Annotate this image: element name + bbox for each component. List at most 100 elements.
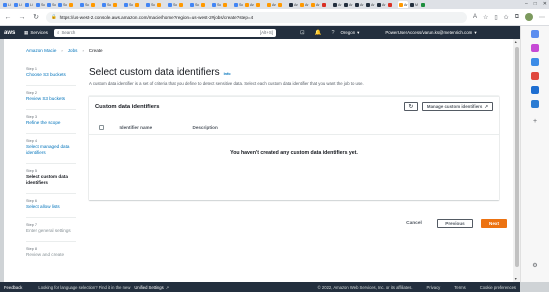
column-description[interactable]: Description (193, 125, 218, 130)
add-icon[interactable]: + (531, 118, 539, 126)
favorites-icon[interactable]: ✩ (504, 14, 509, 21)
browser-tab[interactable]: An (288, 1, 298, 8)
browser-tab[interactable] (178, 1, 188, 8)
services-menu[interactable]: ▦ Services (24, 30, 48, 36)
manage-custom-identifiers-button[interactable]: Manage custom identifiers ↗ (421, 102, 493, 111)
browser-tab[interactable]: Ar (299, 1, 309, 8)
cloudshell-icon[interactable]: ⊡ (300, 30, 305, 36)
previous-button[interactable]: Previous (437, 219, 473, 228)
forward-icon[interactable]: → (18, 14, 26, 21)
shopping-icon[interactable] (531, 44, 539, 52)
office-icon[interactable] (531, 86, 539, 94)
browser-tab[interactable] (420, 1, 430, 8)
region-selector[interactable]: Oregon ▾ (341, 30, 360, 36)
reload-icon[interactable]: ↻ (32, 13, 40, 21)
refresh-button[interactable]: ↻ (403, 102, 418, 111)
step-label[interactable]: Review S3 buckets (26, 96, 86, 102)
settings-gear-icon[interactable]: ⚙ (531, 262, 539, 270)
terms-link[interactable]: Terms (454, 285, 465, 290)
browser-tab[interactable]: Sc (123, 1, 133, 8)
step-label[interactable]: Select managed data identifiers (26, 144, 86, 156)
url-field[interactable]: 🔒 https://us-west-2.console.aws.amazon.c… (46, 11, 467, 23)
browser-tab[interactable]: Li (2, 1, 12, 8)
scroll-up-icon[interactable]: ▲ (514, 40, 517, 44)
close-window-icon[interactable]: ✕ (543, 1, 547, 7)
read-aloud-icon[interactable]: A (473, 14, 477, 20)
browser-tab[interactable] (134, 1, 144, 8)
column-identifier-name[interactable]: Identifier name (120, 125, 193, 130)
browser-tab[interactable] (112, 1, 122, 8)
info-link[interactable]: Info (224, 72, 231, 76)
browser-tab[interactable]: Sc (189, 1, 199, 8)
tab-favicon-icon (366, 2, 370, 7)
browser-tab[interactable] (156, 1, 166, 8)
browser-tab[interactable] (277, 1, 287, 8)
privacy-link[interactable]: Privacy (427, 285, 441, 290)
browser-tab[interactable]: Ar (398, 1, 408, 8)
browser-tab[interactable] (90, 1, 100, 8)
browser-tab[interactable]: Ar (332, 1, 342, 8)
split-screen-icon[interactable]: ▯ (494, 14, 497, 21)
aws-search-input[interactable]: ⌕ Search [Alt+S] (53, 28, 276, 37)
games-icon[interactable] (531, 72, 539, 80)
breadcrumb-jobs[interactable]: Jobs (68, 48, 78, 53)
scroll-down-icon[interactable]: ▼ (514, 277, 517, 281)
step-number: Step 7 (26, 223, 37, 227)
browser-tab[interactable]: An (244, 1, 254, 8)
step-label[interactable]: Choose S3 buckets (26, 72, 86, 78)
outlook-icon[interactable] (531, 100, 539, 108)
browser-tab[interactable]: M (409, 1, 419, 8)
browser-tab[interactable]: An (266, 1, 276, 8)
profile-avatar[interactable] (525, 13, 533, 21)
tools-icon[interactable] (531, 58, 539, 66)
browser-tab[interactable]: Li (13, 1, 23, 8)
browser-tab[interactable] (68, 1, 78, 8)
browser-tab[interactable]: Sc (46, 1, 56, 8)
select-all-checkbox[interactable] (99, 125, 104, 130)
unified-settings-link[interactable]: Unified Settings (134, 285, 163, 290)
search-sidebar-icon[interactable] (531, 30, 539, 38)
next-button[interactable]: Next (481, 219, 507, 228)
browser-tab[interactable]: Ar (310, 1, 320, 8)
browser-tab[interactable]: Sc (79, 1, 89, 8)
feedback-link[interactable]: Feedback (4, 285, 22, 290)
step-label[interactable]: Refine the scope (26, 120, 86, 126)
aws-logo[interactable]: aws (4, 30, 18, 36)
browser-tab[interactable] (387, 1, 397, 8)
cookie-preferences-link[interactable]: Cookie preferences (480, 285, 516, 290)
tab-label: Sc (107, 2, 111, 7)
browser-tab[interactable]: Sc (145, 1, 155, 8)
browser-tab[interactable]: Ar (376, 1, 386, 8)
browser-tab[interactable] (255, 1, 265, 8)
browser-tab[interactable]: Sc (57, 1, 67, 8)
favorite-star-icon[interactable]: ☆ (483, 14, 488, 21)
browser-tab[interactable] (321, 1, 331, 8)
minimize-icon[interactable]: – (525, 1, 528, 7)
browser-tab[interactable] (200, 1, 210, 8)
breadcrumb-macie[interactable]: Amazon Macie (26, 48, 56, 53)
account-menu[interactable]: PowerUserAccess/varun.ks@metenrich.com ▾ (385, 30, 476, 36)
step-divider (26, 85, 76, 86)
browser-tab[interactable]: Sc (233, 1, 243, 8)
browser-tab[interactable]: Sc (211, 1, 221, 8)
notifications-bell-icon[interactable]: 🔔 (315, 30, 322, 36)
browser-tab[interactable] (222, 1, 232, 8)
page-scrollbar[interactable]: ▲ ▼ (513, 39, 520, 282)
tab-favicon-icon (3, 2, 7, 7)
help-icon[interactable]: ? (331, 30, 334, 36)
cancel-button[interactable]: Cancel (399, 221, 429, 226)
collections-icon[interactable]: ⧉ (515, 14, 519, 21)
browser-tab[interactable]: Sc (101, 1, 111, 8)
step-label[interactable]: Select allow lists (26, 204, 86, 210)
browser-tab[interactable]: Li (24, 1, 34, 8)
browser-tab[interactable]: Ar (365, 1, 375, 8)
more-icon[interactable]: ⋯ (539, 14, 545, 21)
browser-tab[interactable]: Ar (354, 1, 364, 8)
browser-tab[interactable]: Ar (343, 1, 353, 8)
maximize-icon[interactable]: □ (534, 1, 537, 7)
browser-tab[interactable]: Sc (167, 1, 177, 8)
custom-identifiers-card: Custom data identifiers ↻ Manage custom … (89, 96, 499, 200)
scrollbar-thumb[interactable] (514, 47, 519, 267)
browser-tab[interactable]: Sc (35, 1, 45, 8)
back-icon[interactable]: ← (4, 14, 12, 21)
